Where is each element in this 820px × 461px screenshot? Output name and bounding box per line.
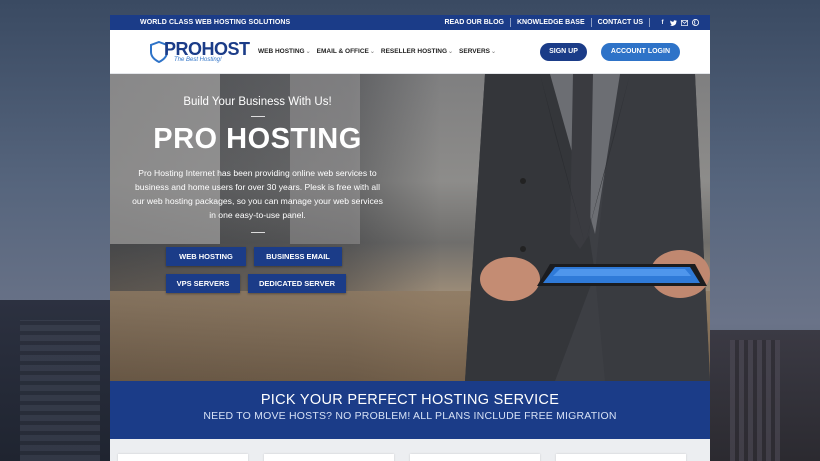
plans-strip bbox=[110, 439, 710, 461]
sign-up-button[interactable]: SIGN UP bbox=[540, 42, 587, 61]
top-tagline: WORLD CLASS WEB HOSTING SOLUTIONS bbox=[140, 19, 291, 26]
divider bbox=[250, 232, 265, 233]
chevron-down-icon: ⌄ bbox=[369, 49, 375, 55]
top-links: READ OUR BLOG KNOWLEDGE BASE CONTACT US … bbox=[438, 18, 700, 27]
hero-title: PRO HOSTING bbox=[153, 123, 362, 155]
nav-email-office[interactable]: EMAIL & OFFICE ⌄ bbox=[317, 48, 375, 55]
social-icons: f bbox=[656, 18, 700, 27]
pinterest-icon[interactable] bbox=[691, 18, 700, 27]
email-icon[interactable] bbox=[680, 18, 689, 27]
businessman-with-tablet-image bbox=[465, 74, 710, 381]
site-container: WORLD CLASS WEB HOSTING SOLUTIONS READ O… bbox=[110, 15, 710, 461]
background-building-left bbox=[0, 300, 110, 461]
pick-title: PICK YOUR PERFECT HOSTING SERVICE bbox=[260, 392, 560, 408]
contact-us-link[interactable]: CONTACT US bbox=[598, 19, 643, 26]
chevron-down-icon: ⌄ bbox=[448, 49, 454, 55]
facebook-icon[interactable]: f bbox=[658, 18, 667, 27]
knowledge-base-link[interactable]: KNOWLEDGE BASE bbox=[517, 19, 585, 26]
divider bbox=[590, 18, 592, 27]
hero-description: Pro Hosting Internet has been providing … bbox=[132, 168, 383, 220]
prohost-logo[interactable]: PROHOST The Best Hosting! bbox=[150, 39, 250, 63]
vps-servers-button[interactable]: VPS SERVERS bbox=[166, 274, 240, 293]
divider bbox=[250, 116, 265, 117]
divider bbox=[649, 18, 650, 27]
twitter-icon[interactable] bbox=[669, 18, 678, 27]
hero-buttons: WEB HOSTING BUSINESS EMAIL VPS SERVERS D… bbox=[166, 247, 366, 301]
web-hosting-button[interactable]: WEB HOSTING bbox=[166, 247, 246, 266]
nav-label: SERVERS bbox=[459, 48, 490, 55]
site-header: PROHOST The Best Hosting! WEB HOSTING ⌄ E… bbox=[110, 30, 710, 74]
divider bbox=[509, 18, 511, 27]
plan-card[interactable] bbox=[264, 454, 394, 461]
top-bar: WORLD CLASS WEB HOSTING SOLUTIONS READ O… bbox=[110, 15, 710, 30]
plan-card[interactable] bbox=[556, 454, 686, 461]
chevron-down-icon: ⌄ bbox=[305, 49, 311, 55]
pick-hosting-section: PICK YOUR PERFECT HOSTING SERVICE NEED T… bbox=[110, 381, 710, 439]
pick-subtitle: NEED TO MOVE HOSTS? NO PROBLEM! ALL PLAN… bbox=[203, 410, 617, 422]
nav-label: WEB HOSTING bbox=[258, 48, 305, 55]
nav-label: EMAIL & OFFICE bbox=[316, 48, 369, 55]
read-our-blog-link[interactable]: READ OUR BLOG bbox=[444, 19, 504, 26]
background-building-right bbox=[710, 330, 820, 461]
hero-text: Build Your Business With Us! PRO HOSTING… bbox=[130, 96, 385, 233]
plan-card[interactable] bbox=[118, 454, 248, 461]
main-nav: WEB HOSTING ⌄ EMAIL & OFFICE ⌄ RESELLER HO… bbox=[258, 48, 540, 55]
business-email-button[interactable]: BUSINESS EMAIL bbox=[254, 247, 342, 266]
nav-web-hosting[interactable]: WEB HOSTING ⌄ bbox=[258, 48, 311, 55]
nav-reseller-hosting[interactable]: RESELLER HOSTING ⌄ bbox=[381, 48, 453, 55]
hero-kicker: Build Your Business With Us! bbox=[183, 96, 332, 108]
plan-card[interactable] bbox=[410, 454, 540, 461]
nav-servers[interactable]: SERVERS ⌄ bbox=[459, 48, 496, 55]
nav-label: RESELLER HOSTING bbox=[380, 48, 447, 55]
chevron-down-icon: ⌄ bbox=[490, 49, 497, 55]
account-login-button[interactable]: ACCOUNT LOGIN bbox=[600, 42, 680, 61]
dedicated-server-button[interactable]: DEDICATED SERVER bbox=[248, 274, 346, 293]
hero-banner: Build Your Business With Us! PRO HOSTING… bbox=[110, 74, 710, 381]
